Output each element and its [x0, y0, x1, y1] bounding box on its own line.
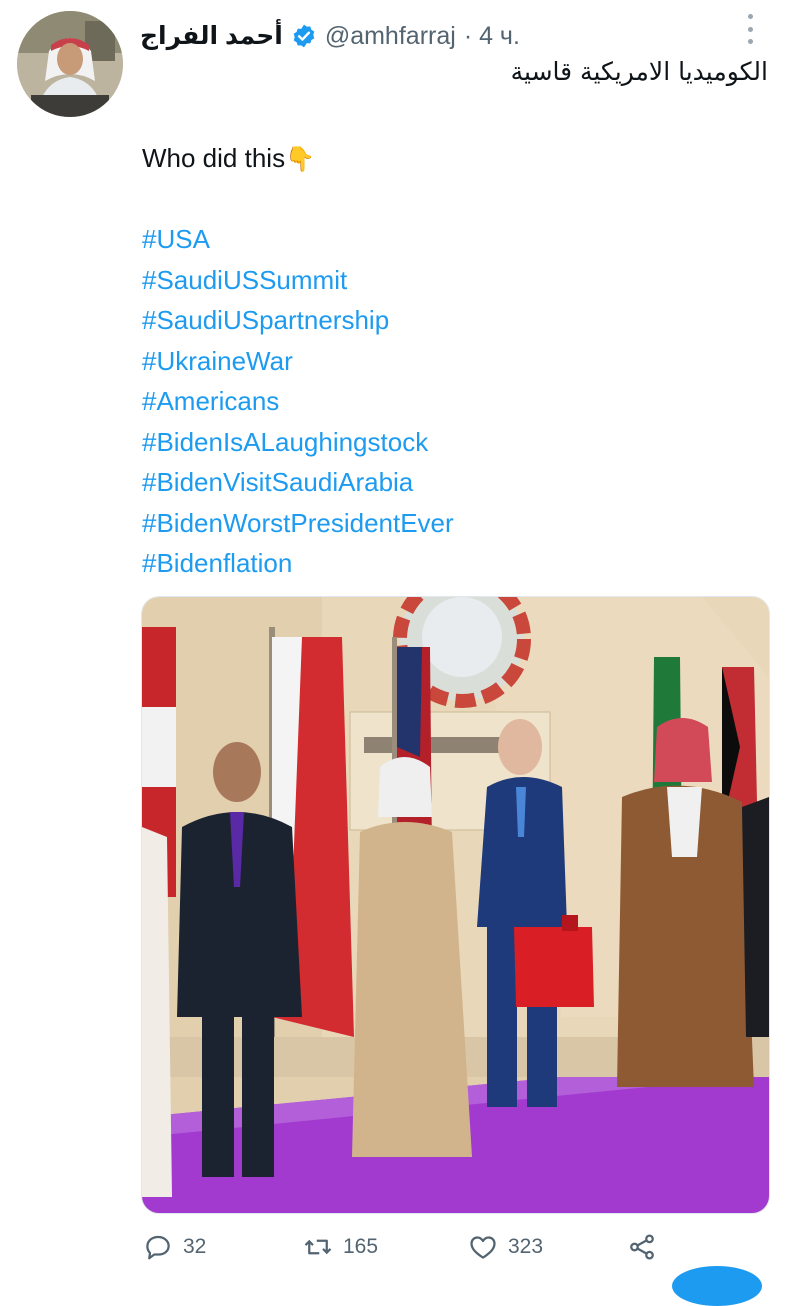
tweet-photo[interactable]	[141, 596, 770, 1214]
tweet-first-line: Who did this👇	[142, 138, 454, 179]
heart-icon	[470, 1236, 496, 1259]
hashtag-saudiuspartnership[interactable]: #SaudiUSpartnership	[142, 300, 454, 341]
retweet-button[interactable]: 165	[303, 1232, 378, 1262]
hashtag-bidenworstpresidentever[interactable]: #BidenWorstPresidentEver	[142, 503, 454, 544]
tweet-arabic-text: الكوميديا الامريكية قاسية	[510, 57, 768, 86]
reply-button[interactable]: 32	[143, 1232, 206, 1262]
tweet-actions: 32 165 323	[143, 1232, 673, 1270]
hashtag-bidenflation[interactable]: #Bidenflation	[142, 543, 454, 584]
like-button[interactable]: 323	[468, 1232, 543, 1262]
share-button[interactable]	[627, 1232, 657, 1262]
tweet-header: أحمد الفراج @amhfarraj · 4 ч.	[140, 16, 520, 56]
retweet-count: 165	[343, 1235, 379, 1258]
hashtag-bidenvisitsaudiarabia[interactable]: #BidenVisitSaudiArabia	[142, 462, 454, 503]
hashtag-americans[interactable]: #Americans	[142, 381, 454, 422]
like-count: 323	[508, 1235, 544, 1258]
verified-badge-icon	[293, 24, 315, 48]
author-avatar[interactable]	[17, 11, 123, 117]
hashtag-ukrainewar[interactable]: #UkraineWar	[142, 341, 454, 382]
hashtag-usa[interactable]: #USA	[142, 219, 454, 260]
avatar-image	[17, 11, 123, 117]
more-options-icon[interactable]	[738, 14, 762, 44]
reply-icon	[146, 1235, 170, 1260]
share-icon	[630, 1234, 654, 1260]
hashtag-saudiussummit[interactable]: #SaudiUSSummit	[142, 260, 454, 301]
tweet-text: Who did this👇 #USA #SaudiUSSummit #Saudi…	[142, 138, 454, 584]
author-name[interactable]: أحمد الفراج	[140, 21, 283, 51]
tweet-timestamp[interactable]: · 4 ч.	[464, 22, 520, 51]
retweet-icon	[304, 1239, 332, 1255]
reply-count: 32	[183, 1235, 207, 1258]
tweet-line-text: Who did this	[142, 143, 286, 173]
compose-fab[interactable]	[672, 1266, 762, 1306]
summit-photo-image	[142, 597, 769, 1213]
author-handle[interactable]: @amhfarraj	[325, 22, 456, 51]
pointing-down-emoji: 👇	[285, 146, 315, 173]
hashtag-bidenisalaughingstock[interactable]: #BidenIsALaughingstock	[142, 422, 454, 463]
